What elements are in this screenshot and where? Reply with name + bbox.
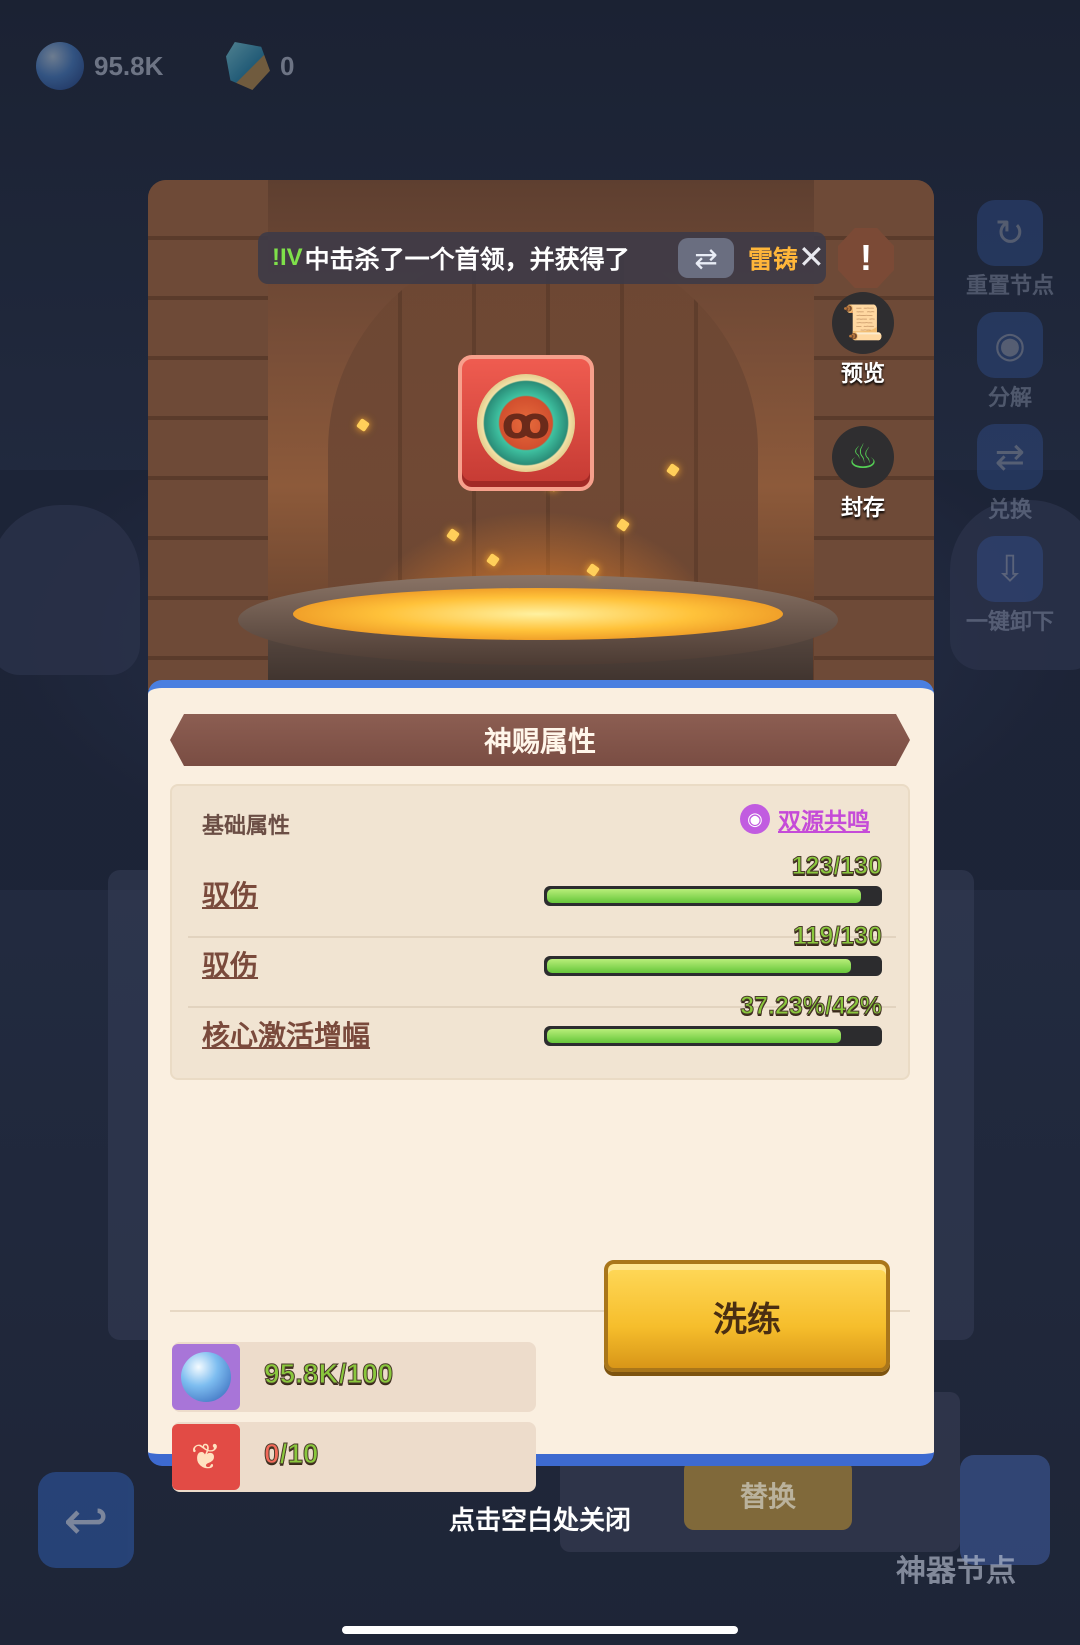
reset-icon: ↻ <box>977 200 1043 266</box>
notice-item-name: 雷铸 <box>748 245 799 274</box>
seal-button[interactable]: ♨ 封存 <box>828 426 898 522</box>
relic-medallion-icon: ꝏ <box>477 374 575 472</box>
attribute-name: 驭伤 <box>202 879 259 912</box>
seal-label: 封存 <box>840 496 885 521</box>
attribute-panel: 神赐属性 基础属性 ◉ 双源共鸣 驭伤 123/130 驭伤 119/130 核… <box>148 680 934 1492</box>
attribute-name: 驭伤 <box>202 949 259 982</box>
cost-need: /100 <box>338 1358 394 1390</box>
decompose-button[interactable]: ◉ 分解 <box>960 312 1060 412</box>
panel-title: 神赐属性 <box>483 725 596 758</box>
attribute-value: 37.23%/42% <box>740 992 883 1021</box>
cost-have: 95.8K <box>264 1358 340 1390</box>
close-notice-icon[interactable]: ✕ <box>798 238 825 276</box>
currency-gem: 0 <box>226 42 294 90</box>
home-indicator[interactable] <box>342 1626 738 1634</box>
flame-crystal-icon: ❦ <box>172 1424 240 1490</box>
exchange-button[interactable]: ⇄ 兑换 <box>960 424 1060 524</box>
notice-message: 中击杀了一个首领，并获得了 <box>304 245 630 274</box>
attribute-progress-bar <box>544 1026 882 1046</box>
decompose-icon: ◉ <box>977 312 1043 378</box>
owl-statue-left <box>0 505 140 675</box>
attribute-progress-fill <box>547 889 862 903</box>
reset-node-button[interactable]: ↻ 重置节点 <box>960 200 1060 300</box>
cost-need: /10 <box>279 1438 319 1470</box>
preview-label: 预览 <box>840 362 885 387</box>
spirit-orb-icon <box>172 1344 240 1410</box>
base-attribute-box: 基础属性 ◉ 双源共鸣 驭伤 123/130 驭伤 119/130 核心激活增幅… <box>170 784 910 1080</box>
refine-button[interactable]: 洗练 <box>604 1260 890 1372</box>
attribute-progress-bar <box>544 886 882 906</box>
green-flame-icon: ♨ <box>832 426 894 488</box>
divine-attribute-modal: ꝏ !IV 中击杀了一个首领，并获得了 ⇄ 雷铸 ✕ ! 📜 预览 ♨ 封存 神… <box>148 180 934 1492</box>
notice-level-tag: !IV <box>272 244 303 271</box>
resonance-label: 双源共鸣 <box>778 809 870 835</box>
scroll-icon: 📜 <box>832 292 894 354</box>
resonance-icon: ◉ <box>740 804 770 834</box>
cauldron-molten-gold <box>293 588 783 640</box>
forge-scene: ꝏ !IV 中击杀了一个首领，并获得了 ⇄ 雷铸 ✕ ! 📜 预览 ♨ 封存 <box>148 180 934 690</box>
attribute-row[interactable]: 驭伤 119/130 <box>188 922 896 1008</box>
cost-have: 0 <box>264 1438 281 1470</box>
cost-spirit-orb: 95.8K/100 <box>172 1342 536 1412</box>
currency-orb-amount: 95.8K <box>94 50 164 81</box>
cost-text: 0/10 <box>264 1438 320 1470</box>
unequip-all-button[interactable]: ⇩ 一键卸下 <box>960 536 1060 636</box>
currency-orb: 95.8K <box>36 42 163 90</box>
relic-item-card[interactable]: ꝏ <box>458 355 594 491</box>
artifact-node-label: 神器节点 <box>896 1554 1016 1589</box>
unequip-all-icon: ⇩ <box>977 536 1043 602</box>
attribute-row[interactable]: 驭伤 123/130 <box>188 852 896 938</box>
attribute-progress-fill <box>547 1029 842 1043</box>
cost-flame-crystal: ❦ 0/10 <box>172 1422 536 1492</box>
refine-label: 洗练 <box>713 1299 781 1340</box>
info-button[interactable]: ! <box>838 228 894 288</box>
preview-button[interactable]: 📜 预览 <box>828 292 898 388</box>
dual-resonance-link[interactable]: ◉ 双源共鸣 <box>740 802 870 836</box>
attribute-name: 核心激活增幅 <box>202 1019 371 1052</box>
tap-blank-to-close-hint[interactable]: 点击空白处关闭 <box>0 1500 1080 1537</box>
cost-text: 95.8K/100 <box>264 1358 394 1390</box>
drop-notice-banner: !IV 中击杀了一个首领，并获得了 ⇄ 雷铸 ✕ <box>258 232 826 284</box>
attribute-progress-bar <box>544 956 882 976</box>
base-attribute-label: 基础属性 <box>202 814 291 839</box>
exclamation-icon: ! <box>860 237 872 278</box>
crystal-icon <box>226 42 270 90</box>
attribute-progress-fill <box>547 959 851 973</box>
swap-arrows-icon: ⇄ <box>678 238 734 278</box>
spirit-orb-icon <box>36 42 84 90</box>
attribute-row[interactable]: 核心激活增幅 37.23%/42% <box>202 992 882 1062</box>
attribute-value: 123/130 <box>791 852 882 881</box>
attribute-value: 119/130 <box>793 922 883 951</box>
currency-gem-amount: 0 <box>280 50 295 81</box>
exchange-icon: ⇄ <box>977 424 1043 490</box>
panel-title-banner: 神赐属性 <box>170 714 910 766</box>
